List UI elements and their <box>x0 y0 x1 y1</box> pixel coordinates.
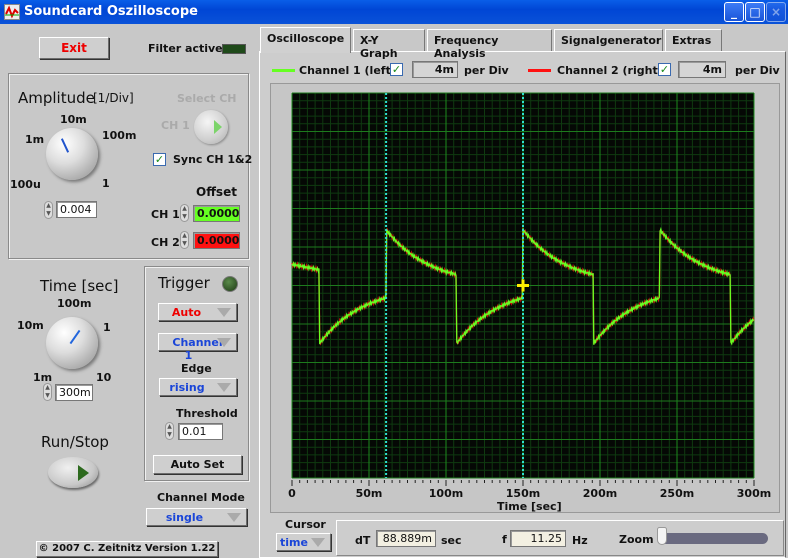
x-tick-label: 50m <box>356 487 383 500</box>
x-tick-label: 150m <box>506 487 540 500</box>
f-unit: Hz <box>572 534 588 547</box>
dt-value: 88.889m <box>376 530 436 547</box>
cursor-label: Cursor <box>285 518 326 531</box>
cursor-mode-value: time <box>280 536 308 549</box>
chevron-down-icon <box>311 538 325 547</box>
x-tick-label: 200m <box>583 487 617 500</box>
x-tick-label: 300m <box>737 487 771 500</box>
x-tick-label: 0 <box>288 487 296 500</box>
cursor-mode-dropdown[interactable]: time <box>276 533 331 551</box>
zoom-slider-track[interactable] <box>659 533 768 544</box>
dt-unit: sec <box>441 534 462 547</box>
oscilloscope-chart[interactable]: 0 50m 100m 150m 200m 250m 300m <box>0 0 788 558</box>
x-tick-label: 100m <box>429 487 463 500</box>
x-axis-title: Time [sec] <box>497 500 562 513</box>
zoom-label: Zoom <box>619 533 654 546</box>
zoom-slider-thumb[interactable] <box>657 527 667 545</box>
x-tick-label: 250m <box>660 487 694 500</box>
dt-label: dT <box>355 534 371 547</box>
f-value: 11.25 <box>510 530 566 547</box>
f-label: f <box>502 533 507 546</box>
